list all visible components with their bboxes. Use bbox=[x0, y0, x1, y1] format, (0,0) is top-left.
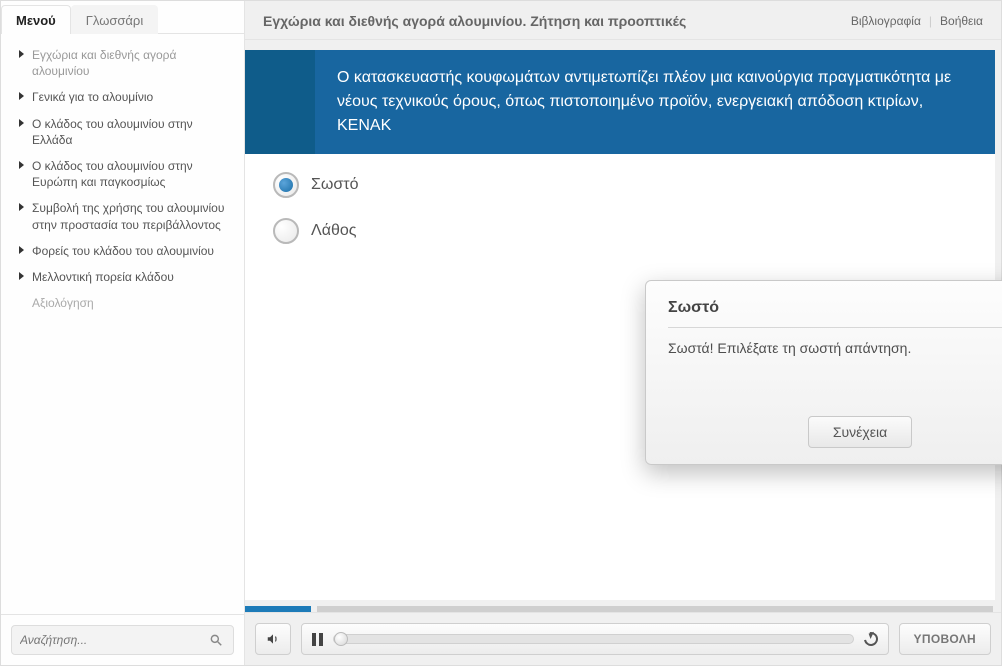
menu-item-5[interactable]: Φορείς του κλάδου του αλουμινίου bbox=[1, 238, 244, 264]
seek-thumb[interactable] bbox=[334, 632, 348, 646]
question-prompt: Ο κατασκευαστής κουφωμάτων αντιμετωπίζει… bbox=[315, 50, 995, 154]
menu-item-6[interactable]: Μελλοντική πορεία κλάδου bbox=[1, 264, 244, 290]
tab-menu[interactable]: Μενού bbox=[1, 5, 71, 34]
radio-unselected-icon bbox=[273, 218, 299, 244]
option-correct[interactable]: Σωστό bbox=[273, 172, 995, 198]
prompt-accent-strip bbox=[245, 50, 315, 154]
menu-item-label: Αξιολόγηση bbox=[32, 295, 94, 311]
replay-button[interactable] bbox=[864, 632, 878, 646]
content-header: Εγχώρια και διεθνής αγορά αλουμινίου. Ζή… bbox=[245, 1, 1001, 40]
seek-track[interactable] bbox=[333, 634, 854, 644]
seek-bar-container bbox=[301, 623, 889, 655]
menu-item-3[interactable]: Ο κλάδος του αλουμινίου στην Ευρώπη και … bbox=[1, 153, 244, 195]
link-bibliography[interactable]: Βιβλιογραφία bbox=[851, 14, 921, 28]
feedback-actions: Συνέχεια bbox=[668, 416, 1002, 448]
menu-item-label: Συμβολή της χρήσης του αλουμινίου στην π… bbox=[32, 200, 234, 232]
slide: Ο κατασκευαστής κουφωμάτων αντιμετωπίζει… bbox=[245, 50, 995, 600]
menu-item-label: Μελλοντική πορεία κλάδου bbox=[32, 269, 174, 285]
caret-right-icon bbox=[19, 203, 24, 211]
option-label: Λάθος bbox=[311, 222, 356, 240]
tab-glossary[interactable]: Γλωσσάρι bbox=[71, 5, 158, 34]
menu-list: Εγχώρια και διεθνής αγορά αλουμινίου Γεν… bbox=[1, 33, 244, 614]
caret-right-icon bbox=[19, 50, 24, 58]
separator: | bbox=[929, 14, 932, 28]
options: Σωστό Λάθος bbox=[245, 154, 995, 244]
feedback-title: Σωστό bbox=[668, 299, 1002, 328]
feedback-popup: Σωστό Σωστά! Επιλέξατε τη σωστή απάντηση… bbox=[645, 280, 1002, 465]
search-button[interactable] bbox=[203, 628, 229, 652]
slide-progress bbox=[245, 600, 1001, 612]
menu-item-2[interactable]: Ο κλάδος του αλουμινίου στην Ελλάδα bbox=[1, 111, 244, 153]
menu-item-1[interactable]: Γενικά για το αλουμίνιο bbox=[1, 84, 244, 110]
menu-item-label: Γενικά για το αλουμίνιο bbox=[32, 89, 153, 105]
continue-button[interactable]: Συνέχεια bbox=[808, 416, 912, 448]
radio-selected-icon bbox=[273, 172, 299, 198]
search-wrap bbox=[11, 625, 234, 655]
caret-right-icon bbox=[19, 272, 24, 280]
search-row bbox=[1, 614, 244, 665]
player-controls: ΥΠΟΒΟΛΗ bbox=[245, 612, 1001, 665]
pause-icon bbox=[312, 633, 323, 646]
caret-right-icon bbox=[19, 119, 24, 127]
replay-icon bbox=[861, 629, 880, 648]
volume-button[interactable] bbox=[255, 623, 291, 655]
sidebar: Μενού Γλωσσάρι Εγχώρια και διεθνής αγορά… bbox=[1, 1, 245, 665]
menu-item-label: Φορείς του κλάδου του αλουμινίου bbox=[32, 243, 214, 259]
caret-right-icon bbox=[19, 246, 24, 254]
volume-icon bbox=[265, 632, 281, 646]
menu-item-0[interactable]: Εγχώρια και διεθνής αγορά αλουμινίου bbox=[1, 42, 244, 84]
menu-item-label: Ο κλάδος του αλουμινίου στην Ελλάδα bbox=[32, 116, 234, 148]
sidebar-tabs: Μενού Γλωσσάρι bbox=[1, 1, 244, 33]
content-area: Εγχώρια και διεθνής αγορά αλουμινίου. Ζή… bbox=[245, 1, 1001, 665]
header-links: Βιβλιογραφία | Βοήθεια bbox=[851, 14, 983, 28]
submit-button[interactable]: ΥΠΟΒΟΛΗ bbox=[899, 623, 991, 655]
option-label: Σωστό bbox=[311, 176, 358, 194]
caret-right-icon bbox=[19, 92, 24, 100]
option-wrong[interactable]: Λάθος bbox=[273, 218, 995, 244]
question-prompt-row: Ο κατασκευαστής κουφωμάτων αντιμετωπίζει… bbox=[245, 50, 995, 154]
menu-item-4[interactable]: Συμβολή της χρήσης του αλουμινίου στην π… bbox=[1, 195, 244, 237]
search-icon bbox=[209, 633, 223, 647]
menu-item-label: Εγχώρια και διεθνής αγορά αλουμινίου bbox=[32, 47, 234, 79]
page-title: Εγχώρια και διεθνής αγορά αλουμινίου. Ζή… bbox=[263, 13, 851, 29]
search-input[interactable] bbox=[20, 633, 203, 647]
feedback-text: Σωστά! Επιλέξατε τη σωστή απάντηση. bbox=[668, 340, 1002, 398]
menu-item-7: Αξιολόγηση bbox=[1, 290, 244, 316]
menu-item-label: Ο κλάδος του αλουμινίου στην Ευρώπη και … bbox=[32, 158, 234, 190]
caret-right-icon bbox=[19, 161, 24, 169]
link-help[interactable]: Βοήθεια bbox=[940, 14, 983, 28]
pause-button[interactable] bbox=[312, 633, 323, 646]
